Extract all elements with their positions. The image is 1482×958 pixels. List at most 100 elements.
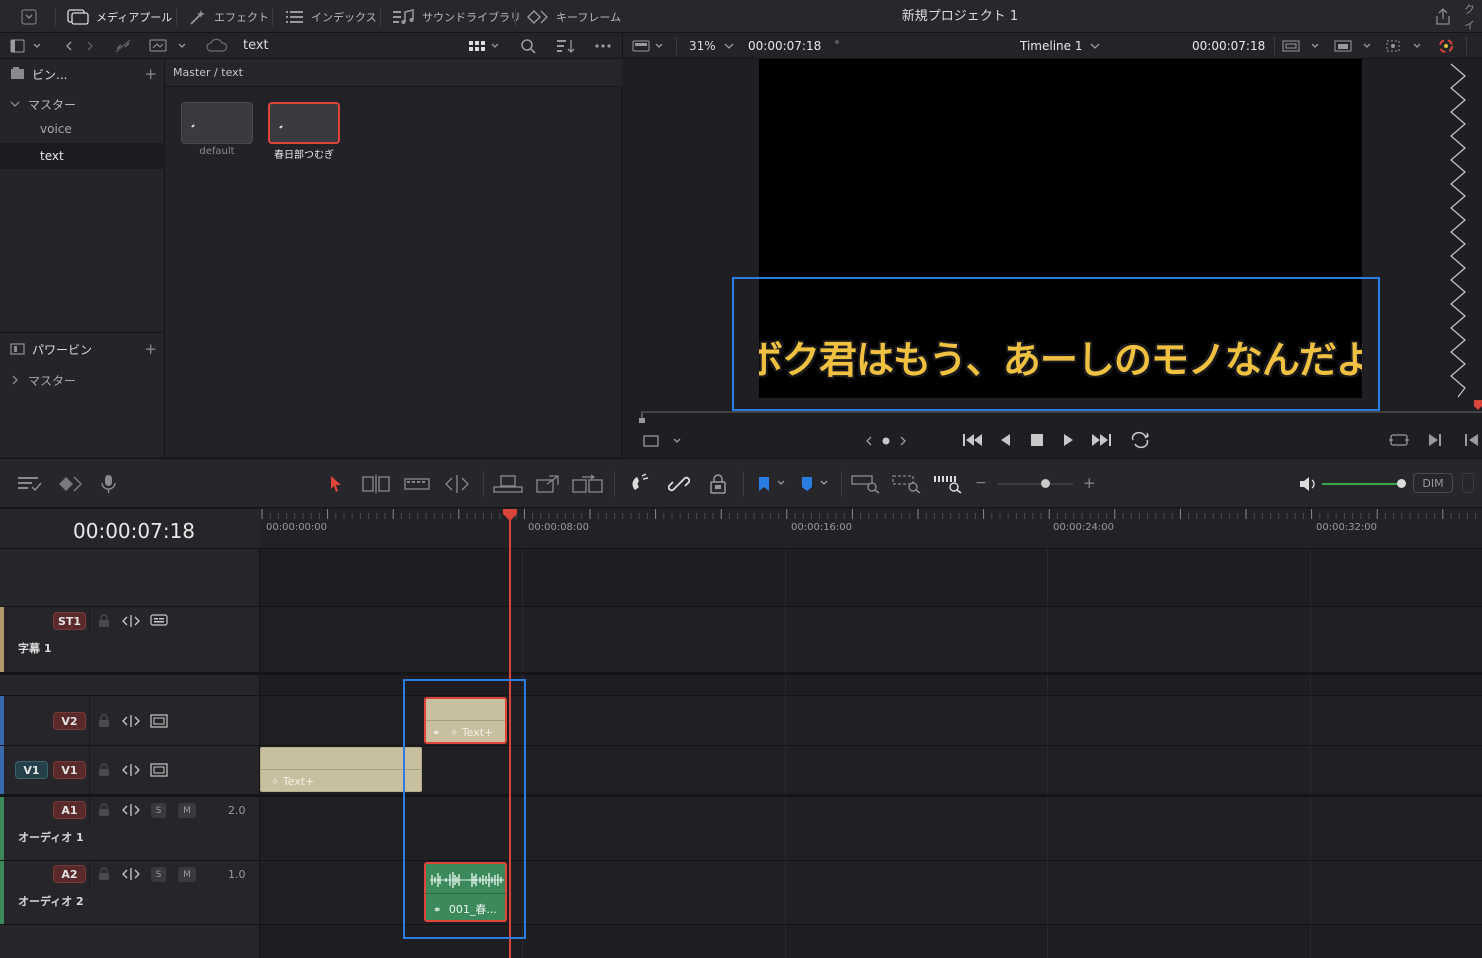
in-point-marker[interactable] (638, 412, 646, 423)
panel-toggle-button[interactable] (20, 0, 38, 33)
add-power-bin-icon[interactable]: + (144, 340, 157, 358)
quick-export-label[interactable]: クイ (1464, 0, 1482, 33)
bin-item-text[interactable]: text (0, 143, 165, 169)
track-name-st1[interactable]: 字幕 1 (18, 640, 51, 656)
insert-clip-icon[interactable] (493, 474, 523, 494)
solo-button[interactable]: S (151, 867, 166, 882)
dynamic-trim-icon[interactable] (404, 474, 430, 494)
prev-edit-icon[interactable] (1464, 432, 1480, 448)
timeline-name[interactable]: Timeline 1 (1020, 39, 1082, 53)
share-button[interactable] (1434, 0, 1452, 33)
scrub-bar[interactable] (641, 411, 1482, 413)
index-button[interactable]: インデックス (286, 0, 377, 33)
volume-slider-track[interactable] (1322, 483, 1400, 485)
linked-selection-icon[interactable] (668, 473, 690, 495)
breadcrumb[interactable]: Master / text (173, 66, 243, 79)
chevron-right-icon[interactable] (10, 375, 20, 385)
sidebar-toggle-icon[interactable] (10, 38, 42, 54)
solo-button[interactable]: S (151, 803, 166, 818)
speaker-icon[interactable] (1298, 475, 1318, 493)
dim-button[interactable]: DIM (1413, 473, 1453, 493)
track-tag-st1[interactable]: ST1 (53, 612, 86, 630)
title-clip-v1[interactable]: ✧ Text+ (260, 747, 422, 792)
selection-tool-icon[interactable] (329, 475, 343, 493)
timeline-view-options-icon[interactable] (17, 475, 45, 493)
next-edit-icon[interactable] (1426, 432, 1444, 448)
bin-item-voice[interactable]: voice (0, 116, 165, 142)
zoom-detail-icon[interactable] (892, 474, 922, 494)
lock-icon[interactable] (98, 867, 110, 881)
viewer-mode-icon[interactable] (632, 38, 666, 54)
playhead-handle[interactable] (502, 509, 518, 521)
playhead-marker[interactable] (1474, 400, 1482, 412)
auto-select-icon[interactable] (122, 763, 140, 777)
loop-icon[interactable] (1129, 431, 1151, 449)
back-arrow-icon[interactable] (62, 38, 98, 54)
snapping-icon[interactable] (629, 473, 651, 495)
trim-tool-icon[interactable] (361, 474, 393, 494)
transform-icon[interactable] (1384, 38, 1426, 54)
add-bin-icon[interactable]: + (144, 65, 157, 83)
lock-icon[interactable] (98, 803, 110, 817)
source-patch-v1[interactable]: V1 (15, 761, 48, 779)
viewer-crop-icon[interactable] (642, 433, 682, 449)
stop-icon[interactable] (1029, 432, 1045, 448)
clip-thumbnail-default[interactable] (181, 102, 253, 144)
unlink-icon[interactable] (114, 38, 132, 54)
zoom-custom-icon[interactable] (933, 474, 963, 494)
chevron-down-icon[interactable] (1088, 38, 1102, 54)
zoom-full-icon[interactable] (851, 474, 881, 494)
lock-icon[interactable] (98, 714, 110, 728)
track-name-a1[interactable]: オーディオ 1 (18, 829, 84, 845)
zoom-level[interactable]: 31% (689, 39, 716, 53)
auto-select-icon[interactable] (122, 867, 140, 881)
go-to-end-icon[interactable] (1090, 432, 1112, 448)
mute-button[interactable]: M (178, 867, 196, 882)
hd-output-icon[interactable] (1334, 38, 1376, 54)
chevron-down-icon[interactable] (10, 99, 20, 109)
overwrite-clip-icon[interactable] (535, 474, 561, 494)
auto-select-icon[interactable] (122, 803, 140, 817)
grid-view-icon[interactable] (468, 38, 504, 54)
jog-control-icon[interactable] (864, 433, 908, 449)
effects-button[interactable]: エフェクト (189, 0, 269, 33)
flag-icon[interactable] (756, 475, 788, 493)
metadata-view-icon[interactable] (149, 38, 191, 54)
match-frame-icon[interactable] (1388, 432, 1410, 448)
bin-master[interactable]: マスター (0, 91, 165, 117)
blade-tool-icon[interactable] (443, 474, 471, 494)
power-bin-master[interactable]: マスター (0, 367, 165, 393)
audio-meter-toggle[interactable] (1462, 473, 1474, 493)
sort-icon[interactable] (556, 38, 576, 54)
media-pool-button[interactable]: メディアプール (67, 0, 172, 33)
marker-icon[interactable] (799, 475, 831, 493)
track-tag-v2[interactable]: V2 (53, 712, 86, 730)
auto-select-icon[interactable] (122, 714, 140, 728)
lock-icon[interactable] (98, 763, 110, 777)
play-reverse-icon[interactable] (998, 432, 1012, 448)
auto-select-icon[interactable] (122, 614, 140, 628)
position-lock-icon[interactable] (708, 473, 728, 495)
cloud-icon[interactable] (206, 38, 228, 54)
search-icon[interactable] (520, 38, 538, 54)
zoom-out-icon[interactable]: − (975, 475, 987, 491)
film-strip-icon[interactable] (150, 714, 168, 728)
track-name-a2[interactable]: オーディオ 2 (18, 893, 84, 909)
color-wheel-icon[interactable] (1436, 37, 1456, 55)
keyframes-button[interactable]: キーフレーム (527, 0, 621, 33)
lock-icon[interactable] (98, 614, 110, 628)
zoom-in-icon[interactable]: + (1083, 474, 1096, 492)
safe-area-icon[interactable] (1282, 38, 1324, 54)
sound-library-button[interactable]: サウンドライブラリ (393, 0, 521, 33)
track-tag-a2[interactable]: A2 (53, 865, 86, 883)
track-tag-v1[interactable]: V1 (53, 761, 86, 779)
chevron-down-icon[interactable] (722, 38, 736, 54)
subtitle-track-icon[interactable] (150, 614, 168, 628)
replace-clip-icon[interactable] (572, 474, 604, 494)
clip-thumbnail-selected[interactable] (268, 102, 340, 144)
keyframe-track-icon[interactable] (58, 475, 86, 493)
film-strip-icon[interactable] (150, 763, 168, 777)
subtitle-track-area[interactable] (260, 607, 1482, 672)
timeline-ruler[interactable]: 00:00:00:00 00:00:08:00 00:00:16:00 00:0… (260, 509, 1482, 549)
play-icon[interactable] (1061, 432, 1075, 448)
